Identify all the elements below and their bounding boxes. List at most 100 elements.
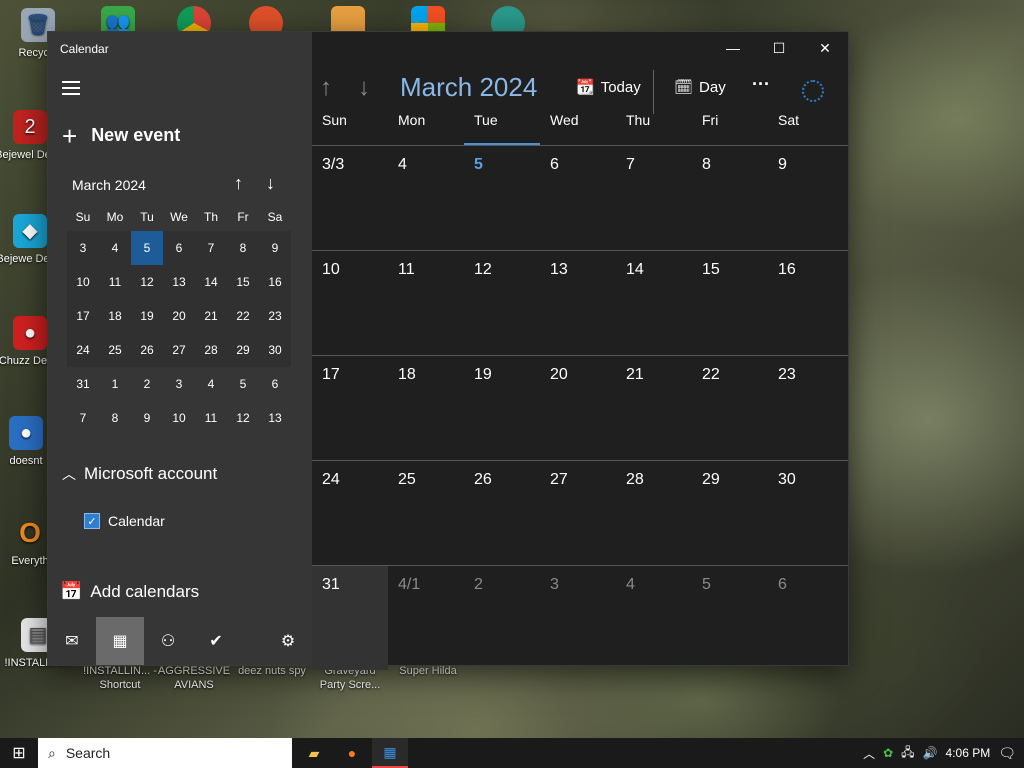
day-cell-next-month[interactable]: 6 — [768, 566, 844, 670]
mini-day[interactable]: 10 — [163, 401, 195, 435]
mini-day[interactable]: 8 — [227, 231, 259, 265]
view-switcher-button[interactable]: 🗓 Day — [674, 78, 726, 97]
mini-day[interactable]: 24 — [67, 333, 99, 367]
microsoft-account-toggle[interactable]: ︿ Microsoft account — [62, 464, 217, 484]
mini-day[interactable]: 30 — [259, 333, 291, 367]
day-cell[interactable]: 24 — [312, 461, 388, 565]
mini-day[interactable]: 4 — [195, 367, 227, 401]
calendar-app-taskbar-icon[interactable]: ▦ — [372, 738, 408, 768]
today-button[interactable]: 📆 Today — [576, 78, 641, 97]
tray-app-icon[interactable]: ✿ — [883, 746, 893, 760]
day-cell[interactable]: 7 — [616, 146, 692, 250]
day-cell[interactable]: 19 — [464, 356, 540, 460]
previous-month-arrow-up-icon[interactable]: ↑ — [320, 74, 332, 102]
network-icon[interactable]: 🖧 — [901, 743, 914, 764]
mini-day[interactable]: 9 — [131, 401, 163, 435]
mini-day[interactable]: 3 — [67, 231, 99, 265]
day-cell[interactable]: 9 — [768, 146, 844, 250]
day-cell[interactable]: 15 — [692, 251, 768, 355]
chevron-up-icon[interactable]: ︿ — [863, 745, 875, 762]
mini-day[interactable]: 19 — [131, 299, 163, 333]
hamburger-menu-icon[interactable] — [62, 80, 82, 96]
mini-day[interactable]: 9 — [259, 231, 291, 265]
mini-day[interactable]: 18 — [99, 299, 131, 333]
day-cell[interactable]: 28 — [616, 461, 692, 565]
month-title[interactable]: March 2024 — [400, 72, 537, 103]
file-explorer-folder-icon[interactable]: ▰ — [296, 738, 332, 768]
desktop-icon-aggressive-avians[interactable]: AGGRESSIVE AVIANS — [156, 664, 232, 692]
day-cell[interactable]: 17 — [312, 356, 388, 460]
mini-day[interactable]: 4 — [99, 231, 131, 265]
day-cell[interactable]: 21 — [616, 356, 692, 460]
day-cell[interactable]: 6 — [540, 146, 616, 250]
mini-day[interactable]: 10 — [67, 265, 99, 299]
mini-day[interactable]: 28 — [195, 333, 227, 367]
day-cell[interactable]: 29 — [692, 461, 768, 565]
day-cell[interactable]: 13 — [540, 251, 616, 355]
day-cell[interactable]: 16 — [768, 251, 844, 355]
mini-day[interactable]: 13 — [163, 265, 195, 299]
day-cell[interactable]: 3/3 — [312, 146, 388, 250]
day-cell[interactable]: 8 — [692, 146, 768, 250]
mini-day[interactable]: 13 — [259, 401, 291, 435]
mini-day[interactable]: 12 — [131, 265, 163, 299]
day-cell-selected[interactable]: 31 — [312, 566, 388, 670]
mini-day[interactable]: 12 — [227, 401, 259, 435]
day-cell[interactable]: 14 — [616, 251, 692, 355]
mini-day[interactable]: 6 — [163, 231, 195, 265]
day-cell[interactable]: 27 — [540, 461, 616, 565]
more-options-button[interactable]: ··· — [752, 74, 770, 95]
notification-icon[interactable]: 🗨 — [998, 745, 1016, 762]
mini-day[interactable]: 31 — [67, 367, 99, 401]
close-button[interactable]: ✕ — [802, 32, 848, 64]
day-cell[interactable]: 18 — [388, 356, 464, 460]
mail-icon[interactable]: ✉ — [48, 617, 96, 665]
settings-gear-icon[interactable]: ⚙ — [264, 617, 312, 665]
next-month-arrow-down-icon[interactable]: ↓ — [358, 74, 370, 102]
mini-calendar-next-arrow-down-icon[interactable]: ↓ — [266, 173, 275, 194]
day-cell[interactable]: 11 — [388, 251, 464, 355]
day-cell-next-month[interactable]: 4 — [616, 566, 692, 670]
day-cell-next-month[interactable]: 3 — [540, 566, 616, 670]
day-cell-today[interactable]: 5 — [464, 146, 540, 250]
mini-day[interactable]: 3 — [163, 367, 195, 401]
add-calendars-button[interactable]: 📅 Add calendars — [60, 581, 199, 602]
day-cell-next-month[interactable]: 2 — [464, 566, 540, 670]
mini-day[interactable]: 1 — [99, 367, 131, 401]
volume-icon[interactable]: 🔊 — [923, 746, 938, 760]
mini-day[interactable]: 7 — [67, 401, 99, 435]
maximize-button[interactable]: ☐ — [756, 32, 802, 64]
mini-day[interactable]: 25 — [99, 333, 131, 367]
checkbox-checked-icon[interactable]: ✓ — [84, 513, 100, 529]
mini-day[interactable]: 16 — [259, 265, 291, 299]
todo-icon[interactable]: ✔ — [192, 617, 240, 665]
mini-day[interactable]: 5 — [227, 367, 259, 401]
day-cell[interactable]: 4 — [388, 146, 464, 250]
firefox-icon[interactable]: ● — [334, 738, 370, 768]
mini-calendar-title[interactable]: March 2024 — [72, 177, 146, 193]
mini-day[interactable]: 6 — [259, 367, 291, 401]
mini-day[interactable]: 21 — [195, 299, 227, 333]
day-cell[interactable]: 22 — [692, 356, 768, 460]
day-cell-next-month[interactable]: 5 — [692, 566, 768, 670]
people-icon[interactable]: ⚇ — [144, 617, 192, 665]
mini-day[interactable]: 23 — [259, 299, 291, 333]
day-cell[interactable]: 30 — [768, 461, 844, 565]
day-cell[interactable]: 25 — [388, 461, 464, 565]
desktop-icon-installin-shortcut-label[interactable]: !INSTALLIN... - Shortcut — [82, 664, 158, 692]
mini-day[interactable]: 26 — [131, 333, 163, 367]
minimize-button[interactable]: — — [710, 32, 756, 64]
day-cell[interactable]: 10 — [312, 251, 388, 355]
mini-day[interactable]: 11 — [195, 401, 227, 435]
calendar-checkbox-item[interactable]: ✓ Calendar — [84, 513, 165, 529]
mini-day[interactable]: 14 — [195, 265, 227, 299]
day-cell-next-month[interactable]: 4/1 — [388, 566, 464, 670]
day-cell[interactable]: 26 — [464, 461, 540, 565]
day-cell[interactable]: 20 — [540, 356, 616, 460]
start-button-windows-icon[interactable]: ⊞ — [0, 738, 38, 768]
mini-day[interactable]: 11 — [99, 265, 131, 299]
mini-day[interactable]: 22 — [227, 299, 259, 333]
mini-calendar-prev-arrow-up-icon[interactable]: ↑ — [234, 173, 243, 194]
mini-day[interactable]: 8 — [99, 401, 131, 435]
taskbar-search-box[interactable]: ⌕ Search — [38, 738, 292, 768]
